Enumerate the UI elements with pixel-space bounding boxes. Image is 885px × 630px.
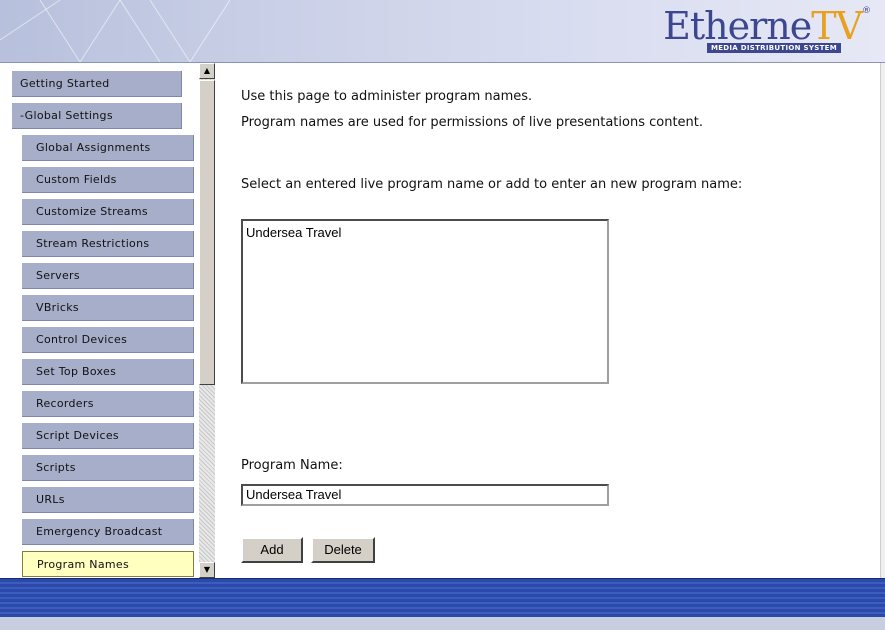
- sidebar-item-recorders[interactable]: Recorders: [22, 391, 194, 417]
- sidebar-item-set-top-boxes[interactable]: Set Top Boxes: [22, 359, 194, 385]
- sidebar-item-vbricks[interactable]: VBricks: [22, 295, 194, 321]
- sidebar-scroll-thumb[interactable]: [199, 80, 215, 385]
- footer-banner: [0, 578, 885, 630]
- footer-strip: [0, 617, 885, 630]
- sidebar-item-stream-restrictions[interactable]: Stream Restrictions: [22, 231, 194, 257]
- main-content: Use this page to administer program name…: [216, 63, 885, 578]
- scroll-down-icon[interactable]: ▼: [199, 562, 215, 578]
- sidebar-item-global-settings[interactable]: -Global Settings: [12, 103, 182, 129]
- logo-accent: TV: [811, 4, 863, 48]
- scroll-up-icon[interactable]: ▲: [199, 63, 215, 79]
- logo-text: Etherne: [663, 4, 812, 48]
- intro-text-1: Use this page to administer program name…: [241, 89, 533, 104]
- sidebar-item-program-names[interactable]: Program Names: [22, 551, 194, 577]
- sidebar-item-script-devices[interactable]: Script Devices: [22, 423, 194, 449]
- logo-registered: ®: [862, 6, 871, 16]
- sidebar-item-servers[interactable]: Servers: [22, 263, 194, 289]
- sidebar-item-emergency-broadcast[interactable]: Emergency Broadcast: [22, 519, 194, 545]
- sidebar-item-urls[interactable]: URLs: [22, 487, 194, 513]
- sidebar-item-scripts[interactable]: Scripts: [22, 455, 194, 481]
- etherne-tv-logo: EtherneTV® MEDIA DISTRIBUTION SYSTEM: [663, 4, 871, 53]
- intro-text-2: Program names are used for permissions o…: [241, 115, 704, 130]
- sidebar-item-global-assignments[interactable]: Global Assignments: [22, 135, 194, 161]
- select-prompt: Select an entered live program name or a…: [241, 177, 743, 192]
- sidebar-item-customize-streams[interactable]: Customize Streams: [22, 199, 194, 225]
- header-decoration: [0, 0, 231, 62]
- sidebar-item-custom-fields[interactable]: Custom Fields: [22, 167, 194, 193]
- logo-tagline: MEDIA DISTRIBUTION SYSTEM: [706, 43, 841, 53]
- header-banner: EtherneTV® MEDIA DISTRIBUTION SYSTEM: [0, 0, 885, 63]
- program-name-label: Program Name:: [241, 458, 343, 473]
- main-scrollbar-edge: [880, 63, 885, 578]
- add-button[interactable]: Add: [241, 537, 303, 563]
- program-name-input[interactable]: Undersea Travel: [241, 484, 609, 506]
- sidebar-nav: Getting Started -Global Settings Global …: [0, 63, 216, 578]
- program-names-listbox[interactable]: Undersea Travel: [241, 219, 609, 384]
- program-list-option[interactable]: Undersea Travel: [243, 221, 607, 244]
- delete-button[interactable]: Delete: [311, 537, 375, 563]
- sidebar-item-getting-started[interactable]: Getting Started: [12, 71, 182, 97]
- sidebar-item-control-devices[interactable]: Control Devices: [22, 327, 194, 353]
